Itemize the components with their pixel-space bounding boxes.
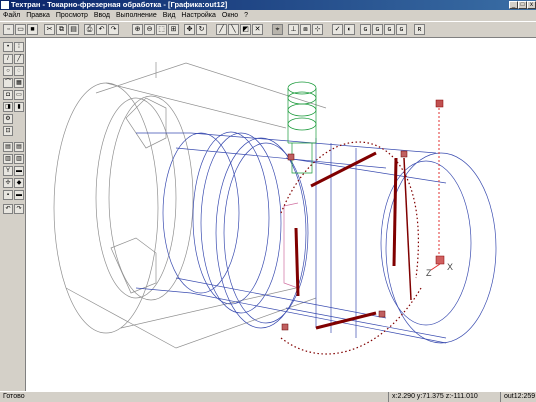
cut-icon[interactable]: ✂ [44, 24, 55, 35]
maximize-button[interactable]: □ [518, 1, 527, 9]
coordinate2-icon[interactable]: ◆ [14, 178, 24, 188]
text-icon[interactable]: ◘ [3, 90, 13, 100]
tool-path-icon[interactable]: ✕ [252, 24, 263, 35]
graphics-viewport[interactable]: X Z [26, 38, 536, 391]
line-icon[interactable]: / [3, 54, 13, 64]
option-d-icon[interactable]: ɢ [396, 24, 407, 35]
menu-settings[interactable]: Настройка [178, 10, 218, 21]
contour-icon[interactable]: ⌒ [3, 78, 13, 88]
layers-icon[interactable]: ⧈ [300, 24, 311, 35]
machine-icon[interactable]: ⊡ [3, 126, 13, 136]
status-ready: Готово [3, 393, 25, 400]
axis-x-label: X [447, 262, 453, 272]
zoom-out-icon[interactable]: ⊖ [144, 24, 155, 35]
menu-view[interactable]: Просмотр [53, 10, 91, 21]
status-coords: x:2.290 y:71.375 z:-111.010 [388, 392, 481, 402]
menu-input[interactable]: Ввод [91, 10, 113, 21]
menu-run[interactable]: Выполнение [113, 10, 160, 21]
arc-icon[interactable]: ◌ [14, 66, 24, 76]
cad-drawing: X Z [53, 62, 497, 355]
mark-icon[interactable]: ▪ [3, 190, 13, 200]
zoom-in-icon[interactable]: ⊕ [132, 24, 143, 35]
marker-2 [400, 150, 408, 158]
view-front-icon[interactable]: ╱ [216, 24, 227, 35]
chart2-icon[interactable]: ▥ [14, 154, 24, 164]
copy-icon[interactable]: ⧉ [56, 24, 67, 35]
fixture2-icon[interactable]: ▬ [14, 166, 24, 176]
axis-indicator: X Z [426, 108, 453, 278]
stock-wireframe [53, 62, 327, 349]
tool-icon[interactable]: ⚙ [3, 114, 13, 124]
line2-icon[interactable]: ╱ [14, 54, 24, 64]
option-b-icon[interactable]: ɢ [372, 24, 383, 35]
status-bar: Готово x:2.290 y:71.375 z:-111.010 out12… [0, 391, 536, 402]
save-icon[interactable]: ■ [27, 24, 38, 35]
mark2-icon[interactable]: ▬ [14, 190, 24, 200]
option-a-icon[interactable]: ɢ [360, 24, 371, 35]
spline-icon[interactable]: ▦ [14, 78, 24, 88]
print-icon[interactable]: ⎙ [84, 24, 95, 35]
filter2-icon[interactable]: ▤ [14, 142, 24, 152]
redo-icon[interactable]: ↷ [108, 24, 119, 35]
menu-display[interactable]: Вид [160, 10, 179, 21]
toolpath-markers [281, 99, 445, 331]
app-window: Техтран - Токарно-фрезерная обработка - … [0, 0, 536, 402]
view-top-icon[interactable]: ╲ [228, 24, 239, 35]
marker-1 [287, 153, 295, 161]
new-icon[interactable]: ▫ [3, 24, 14, 35]
fixture-icon[interactable]: Y [3, 166, 13, 176]
zoom-window-icon[interactable]: ⬚ [156, 24, 167, 35]
status-file: out12:259 [500, 392, 536, 402]
axis-icon[interactable]: ⊥ [288, 24, 299, 35]
pan-icon[interactable]: ✥ [184, 24, 195, 35]
axis-origin [435, 255, 445, 265]
open-icon[interactable]: ▭ [15, 24, 26, 35]
option-e-icon[interactable]: ʀ [414, 24, 425, 35]
filter-icon[interactable]: ▤ [3, 142, 13, 152]
option-c-icon[interactable]: ɢ [384, 24, 395, 35]
select-icon[interactable]: • [3, 42, 13, 52]
close-button[interactable]: x [527, 1, 536, 9]
menu-bar: Файл Правка Просмотр Ввод Выполнение Вид Настр… [0, 10, 536, 21]
refresh-icon[interactable]: ↻ [196, 24, 207, 35]
grid-icon[interactable]: ⊹ [312, 24, 323, 35]
paste-icon[interactable]: ▤ [68, 24, 79, 35]
menu-file[interactable]: Файл [0, 10, 23, 21]
axis-z-label: Z [426, 268, 432, 278]
solid2-icon[interactable]: ▮ [14, 102, 24, 112]
toolpath [280, 141, 422, 355]
menu-edit[interactable]: Правка [23, 10, 53, 21]
menu-window[interactable]: Окно [219, 10, 241, 21]
measure-icon[interactable]: ⌖ [272, 24, 283, 35]
zoom-all-icon[interactable]: ⊞ [168, 24, 179, 35]
forward-icon[interactable]: ↷ [14, 204, 24, 214]
wire-icon[interactable]: ✓ [332, 24, 343, 35]
surface-icon[interactable]: ▭ [14, 90, 24, 100]
solid-icon[interactable]: ◨ [3, 102, 13, 112]
left-toolbar: • ⁞ / ╱ ○ ◌ ⌒ ▦ ◘ ▭ ◨ ▮ ⚙ ⊡ ▤ ▤ ▥ ▥ Y ▬ … [0, 38, 26, 391]
marker-3 [378, 310, 386, 318]
window-title: Техтран - Токарно-фрезерная обработка - … [11, 0, 228, 9]
minimize-button[interactable]: _ [509, 1, 518, 9]
back-icon[interactable]: ↶ [3, 204, 13, 214]
title-bar: Техтран - Токарно-фрезерная обработка - … [0, 0, 536, 10]
view-iso-icon[interactable]: ◩ [240, 24, 251, 35]
menu-help[interactable]: ? [241, 10, 251, 21]
shade-icon[interactable]: ◐ [344, 24, 355, 35]
undo-icon[interactable]: ↶ [96, 24, 107, 35]
app-icon [1, 1, 9, 9]
marker-4 [281, 323, 289, 331]
circle-icon[interactable]: ○ [3, 66, 13, 76]
point-icon[interactable]: ⁞ [14, 42, 24, 52]
marker-top [435, 99, 444, 108]
chart-icon[interactable]: ▥ [3, 154, 13, 164]
coordinate-icon[interactable]: ✢ [3, 178, 13, 188]
main-toolbar: ▫ ▭ ■ ✂ ⧉ ▤ ⎙ ↶ ↷ ⊕ ⊖ ⬚ ⊞ ✥ ↻ ╱ ╲ ◩ ✕ ⌖ … [0, 21, 536, 38]
